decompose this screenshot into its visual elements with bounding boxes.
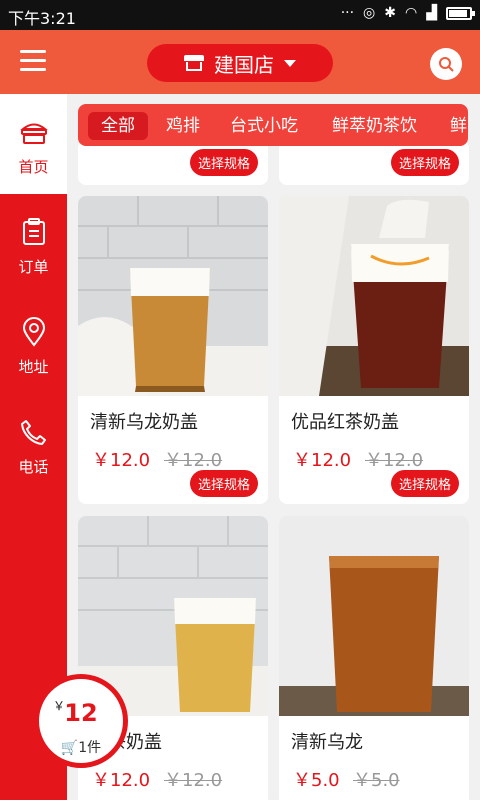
- signal-icon: ▟: [426, 5, 437, 21]
- tab-chicken-cutlet[interactable]: 鸡排: [166, 112, 200, 140]
- menu-button[interactable]: [20, 50, 46, 72]
- product-price: ￥5.0: [293, 770, 340, 791]
- battery-icon: [446, 6, 475, 20]
- sidebar-item-orders[interactable]: 订单: [0, 194, 67, 294]
- store-name: 建国店: [214, 52, 274, 77]
- search-icon: [439, 57, 454, 72]
- search-button[interactable]: [430, 48, 462, 80]
- product-image: [279, 516, 469, 716]
- chevron-down-icon: [284, 59, 296, 67]
- product-old-price: ￥5.0: [353, 770, 400, 791]
- product-name: 清新乌龙: [291, 732, 363, 753]
- status-bar: 下午3:21 ··· ◎ ✱ ◠ ▟: [0, 0, 480, 30]
- product-card[interactable]: 清新乌龙 ￥5.0 ￥5.0: [279, 516, 469, 800]
- sidebar-item-label: 订单: [18, 258, 49, 276]
- product-old-price: ￥12.0: [164, 450, 223, 471]
- product-card-partial: 选择规格: [78, 140, 268, 185]
- sidebar-item-label: 首页: [18, 158, 49, 176]
- alarm-icon: ◎: [363, 5, 376, 21]
- home-icon: [19, 116, 49, 148]
- product-price: ￥12.0: [92, 450, 151, 471]
- cart-count: 🛒1件: [60, 740, 102, 756]
- sidebar-item-label: 电话: [18, 458, 49, 476]
- phone-icon: [19, 416, 49, 448]
- location-pin-icon: [19, 316, 49, 348]
- product-price: ￥12.0: [92, 770, 151, 791]
- product-card[interactable]: 优品红茶奶盖 ￥12.0 ￥12.0 选择规格: [279, 196, 469, 504]
- product-image: [78, 196, 268, 396]
- product-name: 优品红茶奶盖: [291, 412, 399, 433]
- product-name: 清新乌龙奶盖: [90, 412, 198, 433]
- cart-icon: 🛒: [60, 740, 79, 756]
- clipboard-icon: [19, 216, 49, 248]
- product-price: ￥12.0: [293, 450, 352, 471]
- tab-all[interactable]: 全部: [88, 112, 148, 140]
- sidebar-item-phone[interactable]: 电话: [0, 394, 67, 494]
- status-icons: ··· ◎ ✱ ◠ ▟: [340, 5, 475, 21]
- category-tabs: 全部 鸡排 台式小吃 鲜萃奶茶饮 鲜: [78, 104, 468, 146]
- tab-milk-tea[interactable]: 鲜萃奶茶饮: [332, 112, 417, 140]
- sidebar-item-home[interactable]: 首页: [0, 94, 67, 194]
- more-icon: ···: [340, 5, 355, 21]
- store-selector-button[interactable]: 建国店: [147, 44, 333, 82]
- sidebar-item-address[interactable]: 地址: [0, 294, 67, 394]
- sidebar-item-label: 地址: [18, 358, 49, 376]
- select-spec-button[interactable]: 选择规格: [390, 470, 459, 497]
- select-spec-button[interactable]: 选择规格: [189, 470, 258, 497]
- select-spec-button[interactable]: 选择规格: [189, 149, 258, 176]
- status-time: 下午3:21: [8, 9, 76, 28]
- app-header: 建国店: [0, 30, 480, 94]
- product-card[interactable]: 清新乌龙奶盖 ￥12.0 ￥12.0 选择规格: [78, 196, 268, 504]
- tab-taiwanese-snacks[interactable]: 台式小吃: [230, 112, 298, 140]
- select-spec-button[interactable]: 选择规格: [390, 149, 459, 176]
- tab-more[interactable]: 鲜: [450, 112, 467, 140]
- product-old-price: ￥12.0: [164, 770, 223, 791]
- product-image: [279, 196, 469, 396]
- wifi-icon: ◠: [405, 5, 418, 21]
- bluetooth-icon: ✱: [384, 5, 396, 21]
- product-card-partial: 选择规格: [279, 140, 469, 185]
- store-icon: [184, 55, 204, 71]
- cart-button[interactable]: ￥ 12 🛒1件: [34, 674, 128, 768]
- cart-total: 12: [64, 699, 98, 727]
- product-old-price: ￥12.0: [365, 450, 424, 471]
